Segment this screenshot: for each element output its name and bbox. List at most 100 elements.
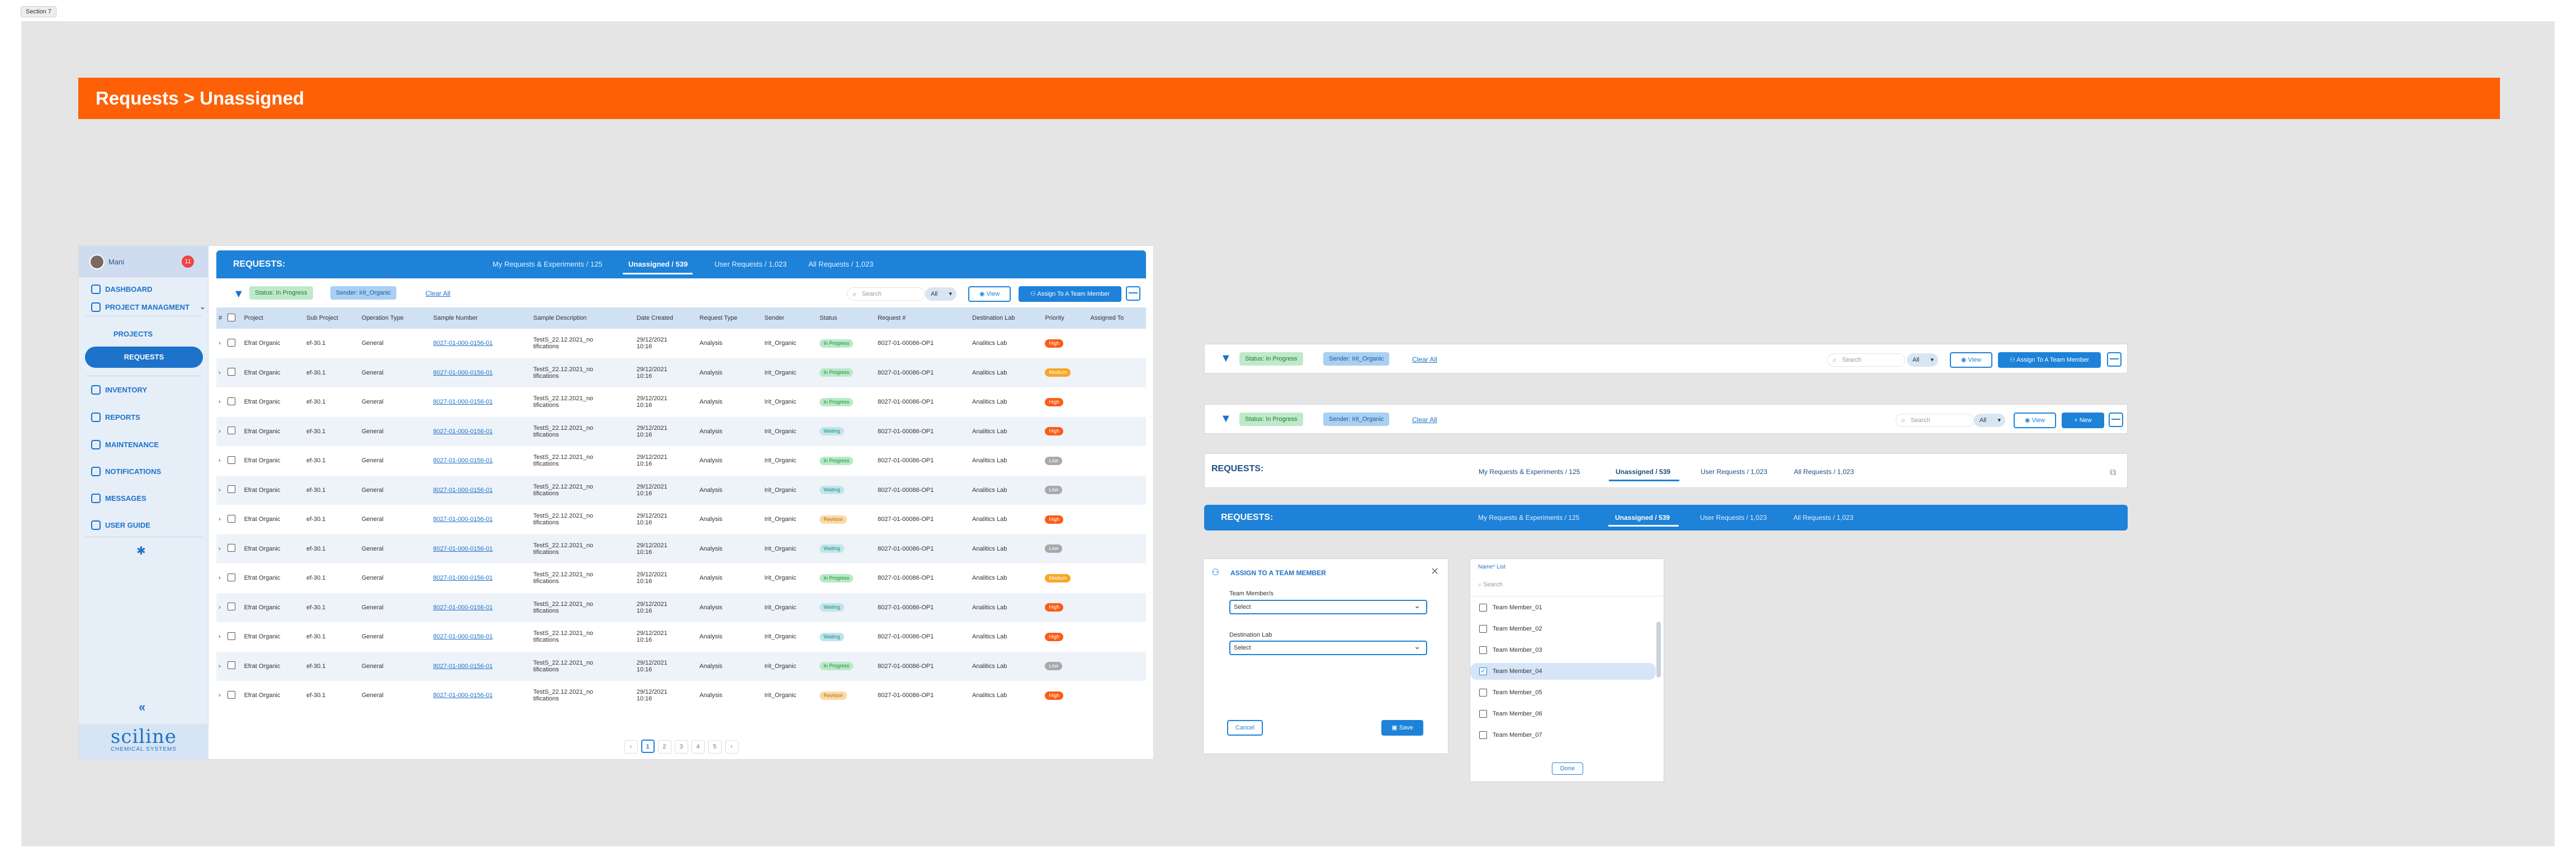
expand-row-icon[interactable]: › <box>216 622 225 652</box>
tab-unassigned[interactable]: Unassigned / 539 <box>1616 468 1670 476</box>
row-checkbox[interactable] <box>228 573 236 581</box>
column-header[interactable]: Request Type <box>697 307 763 329</box>
sample-number-link[interactable]: 8027-01-000-0156-01 <box>433 428 493 435</box>
sender-filter-chip[interactable]: Sender: Irit_Organic <box>330 286 397 300</box>
team-member-item[interactable]: Team Member_01 <box>1479 604 1542 612</box>
type-select[interactable]: All ▾ <box>925 287 956 301</box>
expand-row-icon[interactable]: › <box>216 329 225 358</box>
table-row[interactable]: › Efrat Organic ef-30.1 General 8027-01-000-… <box>216 681 1146 710</box>
row-checkbox[interactable] <box>228 603 236 611</box>
column-header[interactable]: Sub Project <box>304 307 359 329</box>
row-checkbox[interactable] <box>228 690 236 699</box>
team-members-select[interactable]: Select <box>1229 599 1427 614</box>
search-input[interactable]: Search <box>1827 353 1905 367</box>
table-row[interactable]: › Efrat Organic ef-30.1 General 8027-01-000-… <box>216 387 1146 417</box>
cell-sample[interactable]: 8027-01-000-0156-01 <box>431 622 531 652</box>
expand-row-icon[interactable]: › <box>216 593 226 622</box>
prev-page-button[interactable]: ‹ <box>624 740 638 754</box>
member-checkbox[interactable] <box>1479 710 1487 718</box>
tab-all-requests[interactable]: All Requests / 1,023 <box>1794 468 1854 476</box>
columns-toggle-button[interactable] <box>1126 286 1140 301</box>
tab-unassigned[interactable]: Unassigned / 539 <box>628 260 688 268</box>
collapse-sidebar-button[interactable]: « <box>139 700 145 714</box>
column-header[interactable]: Sample Description <box>531 307 634 329</box>
filter-icon[interactable]: ▼ <box>1220 352 1232 365</box>
team-member-item[interactable]: Team Member_02 <box>1479 625 1542 633</box>
tab-all-requests[interactable]: All Requests / 1,023 <box>808 260 873 268</box>
table-row[interactable]: › Efrat Organic ef-30.1 General 8027-01-000-… <box>216 358 1146 387</box>
column-header[interactable]: Status <box>817 307 875 329</box>
tab-my-requests[interactable]: My Requests & Experiments / 125 <box>1478 514 1579 522</box>
row-checkbox[interactable] <box>228 456 236 464</box>
table-row[interactable]: › Efrat Organic ef-30.1 General 8027-01-000-… <box>216 651 1146 681</box>
expand-row-icon[interactable]: › <box>216 563 225 593</box>
expand-row-icon[interactable]: › <box>216 358 226 387</box>
member-checkbox[interactable] <box>1479 689 1487 697</box>
sample-number-link[interactable]: 8027-01-000-0156-01 <box>433 369 493 376</box>
cell-sample[interactable]: 8027-01-000-0156-01 <box>431 387 531 417</box>
table-row[interactable]: › Efrat Organic ef-30.1 General 8027-01-000-… <box>216 329 1146 358</box>
team-member-item[interactable]: ✓ Team Member_04 <box>1470 663 1656 680</box>
sidebar-item-user-guide[interactable]: USER GUIDE <box>91 518 150 532</box>
type-select[interactable]: All ▾ <box>1907 353 1938 367</box>
columns-toggle-button[interactable] <box>2109 413 2123 427</box>
sample-number-link[interactable]: 8027-01-000-0156-01 <box>433 663 493 670</box>
view-button[interactable]: ◉ View <box>968 286 1011 302</box>
team-member-item[interactable]: Team Member_06 <box>1479 710 1542 718</box>
table-row[interactable]: › Efrat Organic ef-30.1 General 8027-01-000-… <box>216 593 1146 622</box>
table-row[interactable]: › Efrat Organic ef-30.1 General 8027-01-000-… <box>216 563 1146 593</box>
view-button[interactable]: ◉ View <box>2014 413 2056 428</box>
row-checkbox[interactable] <box>228 632 236 640</box>
row-checkbox[interactable] <box>228 514 236 523</box>
status-filter-chip[interactable]: Status: In Progress <box>1239 352 1303 366</box>
tab-unassigned[interactable]: Unassigned / 539 <box>1615 514 1670 522</box>
sample-number-link[interactable]: 8027-01-000-0156-01 <box>433 604 493 611</box>
column-header[interactable]: Priority <box>1043 307 1088 329</box>
columns-toggle-button[interactable] <box>2107 352 2122 367</box>
cell-sample[interactable]: 8027-01-000-0156-01 <box>431 505 531 534</box>
sidebar-item-projects[interactable]: PROJECTS <box>113 330 153 338</box>
member-checkbox[interactable] <box>1479 731 1487 739</box>
done-button[interactable]: Done <box>1552 762 1583 775</box>
expand-row-icon[interactable]: › <box>216 505 225 534</box>
select-all-checkbox[interactable] <box>228 313 236 321</box>
table-row[interactable]: › Efrat Organic ef-30.1 General 8027-01-000-… <box>216 622 1146 652</box>
row-checkbox[interactable] <box>228 661 236 670</box>
new-button[interactable]: + New <box>2062 413 2104 428</box>
cell-sample[interactable]: 8027-01-000-0156-01 <box>430 651 531 681</box>
sample-number-link[interactable]: 8027-01-000-0156-01 <box>433 546 493 552</box>
column-header[interactable]: Request # <box>875 307 970 329</box>
row-checkbox[interactable] <box>228 397 236 405</box>
list-scrollbar[interactable] <box>1656 622 1661 678</box>
filter-icon[interactable]: ▼ <box>1220 413 1232 425</box>
search-input[interactable]: Search <box>847 287 925 301</box>
column-header[interactable]: Destination Lab <box>970 307 1043 329</box>
cell-sample[interactable]: 8027-01-000-0156-01 <box>431 446 531 476</box>
clear-all-link[interactable]: Clear All <box>1412 356 1437 363</box>
team-member-item[interactable]: Team Member_05 <box>1479 689 1542 697</box>
cell-sample[interactable]: 8027-01-000-0156-01 <box>430 475 531 505</box>
tab-all-requests[interactable]: All Requests / 1,023 <box>1793 514 1853 522</box>
sender-filter-chip[interactable]: Sender: Irit_Organic <box>1323 413 1390 426</box>
column-header[interactable]: Date Created <box>634 307 698 329</box>
sidebar-item-notifications[interactable]: NOTIFICATIONS <box>91 465 161 478</box>
cell-sample[interactable]: 8027-01-000-0156-01 <box>430 358 531 387</box>
notification-badge[interactable]: 11 <box>182 255 194 268</box>
clear-all-link[interactable]: Clear All <box>425 290 451 297</box>
cell-sample[interactable]: 8027-01-000-0156-01 <box>431 563 531 593</box>
column-header[interactable]: Sender <box>762 307 818 329</box>
table-row[interactable]: › Efrat Organic ef-30.1 General 8027-01-000-… <box>216 416 1146 446</box>
expand-row-icon[interactable]: › <box>216 416 226 446</box>
sample-number-link[interactable]: 8027-01-000-0156-01 <box>433 487 493 494</box>
expand-row-icon[interactable]: › <box>216 534 226 563</box>
tab-my-requests[interactable]: My Requests & Experiments / 125 <box>493 260 603 268</box>
row-checkbox[interactable] <box>228 338 236 347</box>
row-checkbox[interactable] <box>228 485 236 494</box>
sidebar-item-inventory[interactable]: INVENTORY <box>91 383 147 396</box>
table-row[interactable]: › Efrat Organic ef-30.1 General 8027-01-000-… <box>216 475 1146 505</box>
list-search-input[interactable]: ⌕ Search <box>1478 581 1657 593</box>
tab-user-requests[interactable]: User Requests / 1,023 <box>1700 514 1767 522</box>
row-checkbox[interactable] <box>228 427 236 435</box>
team-member-item[interactable]: Team Member_03 <box>1479 646 1542 654</box>
type-select[interactable]: All ▾ <box>1974 414 2005 427</box>
